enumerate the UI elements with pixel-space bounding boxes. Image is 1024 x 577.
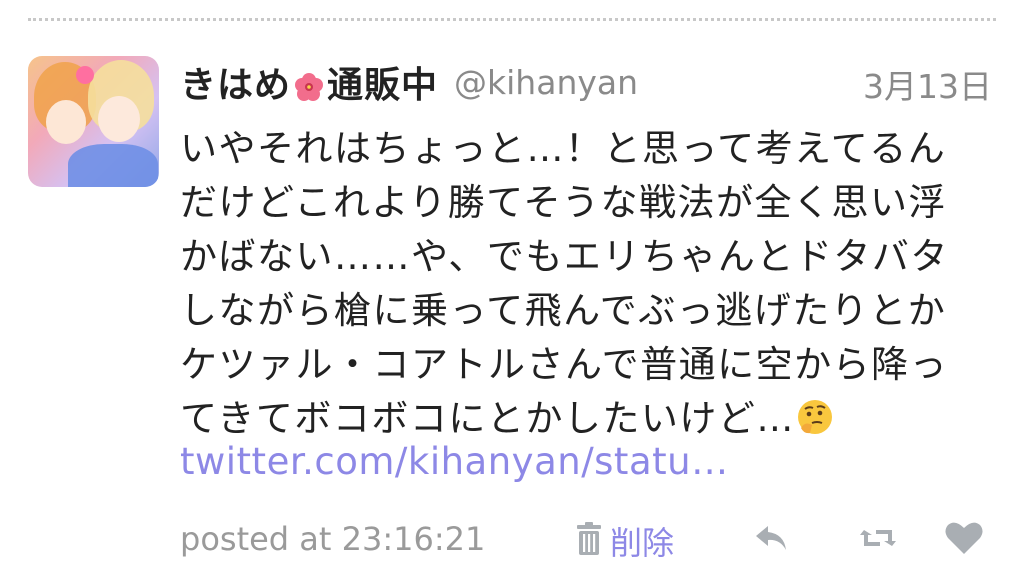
avatar[interactable] (28, 56, 159, 187)
thinking-face-emoji-icon (795, 397, 835, 437)
tweet-body-line: だけどこれより勝てそうな戦法が全く思い浮 (180, 181, 948, 224)
tweet-body-line: しながら槍に乗って飛んでぶっ逃げたりとか (180, 289, 947, 332)
hibiscus-emoji-icon (293, 71, 325, 103)
tweet-body-line: ケツァル・コアトルさんで普通に空から降っ (180, 343, 949, 386)
reply-icon (752, 526, 792, 564)
dotted-divider (28, 18, 996, 21)
delete-button[interactable]: 削除 (572, 518, 674, 564)
tweet-body-line: てきてボコボコにとかしたいけど… (180, 397, 795, 440)
author-handle[interactable]: @kihanyan (454, 63, 638, 102)
tweet-footer: posted at 23:16:21 削除 (180, 512, 990, 568)
retweet-button[interactable] (856, 516, 896, 560)
retweet-icon (856, 530, 900, 564)
tweet-body-line-last: てきてボコボコにとかしたいけど… (180, 392, 998, 446)
tweet-body-line: いやそれはちょっと…！と思って考えてるん (180, 127, 947, 170)
author-name[interactable]: きはめ 通販中 (180, 56, 438, 108)
trash-icon (572, 521, 606, 561)
tweet-date[interactable]: 3月13日 (863, 60, 992, 108)
like-button[interactable] (942, 516, 983, 560)
delete-label: 削除 (610, 524, 675, 562)
author-line: きはめ 通販中 @kihanyan (180, 56, 638, 108)
tweet-body: いやそれはちょっと…！と思って考えてるん だけどこれより勝てそうな戦法が全く思い… (180, 122, 998, 446)
tweet-body-line: かばない……や、でもエリちゃんとドタバタ (180, 235, 949, 278)
tweet-link[interactable]: twitter.com/kihanyan/statu… (180, 440, 729, 483)
reply-button[interactable] (752, 516, 792, 560)
posted-timestamp: posted at 23:16:21 (180, 520, 486, 558)
heart-icon (942, 522, 986, 564)
